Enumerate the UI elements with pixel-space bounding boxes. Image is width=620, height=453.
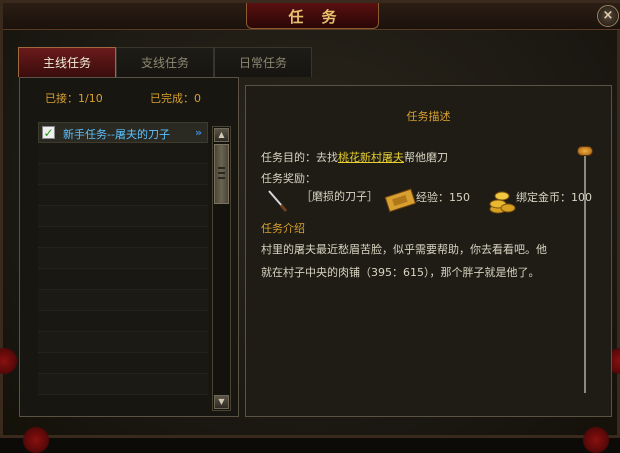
bottom-ornament-right	[583, 427, 609, 453]
npc-link[interactable]: 桃花新村屠夫	[338, 151, 404, 164]
bottom-ornament-left	[23, 427, 49, 453]
list-item	[38, 185, 208, 206]
tab-bar: 主线任务 支线任务 日常任务	[18, 47, 316, 77]
list-item	[38, 332, 208, 353]
quest-window: 任务 × 主线任务 支线任务 日常任务 已接：1/10 已完成：0 ✓ 新手任务…	[0, 0, 620, 453]
quest-list: ✓ 新手任务--屠夫的刀子 »	[38, 122, 208, 418]
detail-scroll-knob[interactable]	[577, 146, 593, 156]
corner-ornament-left	[0, 348, 17, 374]
completed-count: 已完成：0	[150, 92, 201, 105]
list-item	[38, 374, 208, 395]
list-item	[38, 164, 208, 185]
expand-arrow-icon[interactable]: »	[195, 126, 202, 139]
accepted-count: 已接：1/10	[45, 92, 103, 105]
close-button[interactable]: ×	[597, 5, 619, 27]
gold-coins-icon	[489, 191, 516, 214]
list-item	[38, 311, 208, 332]
intro-line-1: 村里的屠夫最近愁眉苦脸，似乎需要帮助，你去看看吧。他	[261, 243, 547, 256]
detail-heading: 任务描述	[406, 110, 451, 123]
quest-name: 新手任务--屠夫的刀子	[63, 128, 170, 141]
window-title: 任务	[288, 8, 355, 26]
tab-main-quests[interactable]: 主线任务	[18, 47, 116, 77]
list-item	[38, 269, 208, 290]
tab-daily-quests[interactable]: 日常任务	[214, 47, 312, 77]
objective-suffix: 帮他磨刀	[404, 151, 448, 164]
detail-scroll-track[interactable]	[584, 148, 586, 393]
reward-item-name: ［磨损的刀子］	[301, 190, 378, 203]
quest-detail-panel: 任务描述 任务目的：去找桃花新村屠夫帮他磨刀 任务奖励： ［磨损的刀子］ 经验：…	[245, 85, 612, 417]
tab-side-quests[interactable]: 支线任务	[116, 47, 214, 77]
list-item	[38, 353, 208, 374]
list-item	[38, 227, 208, 248]
scroll-up-button[interactable]: ▲	[214, 128, 229, 142]
reward-label: 任务奖励：	[261, 172, 316, 185]
title-plate: 任务	[246, 3, 379, 29]
thumb-grip	[218, 172, 225, 174]
exp-reward: 经验：150	[416, 191, 470, 204]
objective-prefix: 任务目的：去找	[261, 151, 338, 164]
gold-reward: 绑定金币：100	[516, 191, 592, 204]
list-item	[38, 248, 208, 269]
list-item	[38, 290, 208, 311]
thumb-grip	[218, 167, 225, 169]
objective-line: 任务目的：去找桃花新村屠夫帮他磨刀	[261, 149, 448, 165]
scroll-thumb[interactable]	[214, 144, 229, 204]
list-item	[38, 206, 208, 227]
quest-row[interactable]: ✓ 新手任务--屠夫的刀子 »	[38, 122, 208, 143]
intro-line-2: 就在村子中央的肉铺（395：615），那个胖子就是他了。	[261, 266, 540, 279]
quest-list-panel: 已接：1/10 已完成：0 ✓ 新手任务--屠夫的刀子 »	[19, 77, 239, 417]
quest-counts: 已接：1/10 已完成：0	[20, 90, 238, 106]
scroll-down-button[interactable]: ▼	[214, 395, 229, 409]
quest-list-scrollbar[interactable]: ▲ ▼	[212, 126, 231, 411]
exp-scroll-icon	[384, 188, 417, 213]
thumb-grip	[218, 177, 225, 179]
intro-label: 任务介绍	[261, 222, 305, 235]
check-icon[interactable]: ✓	[42, 126, 55, 139]
knife-icon[interactable]	[266, 189, 288, 213]
list-item	[38, 143, 208, 164]
